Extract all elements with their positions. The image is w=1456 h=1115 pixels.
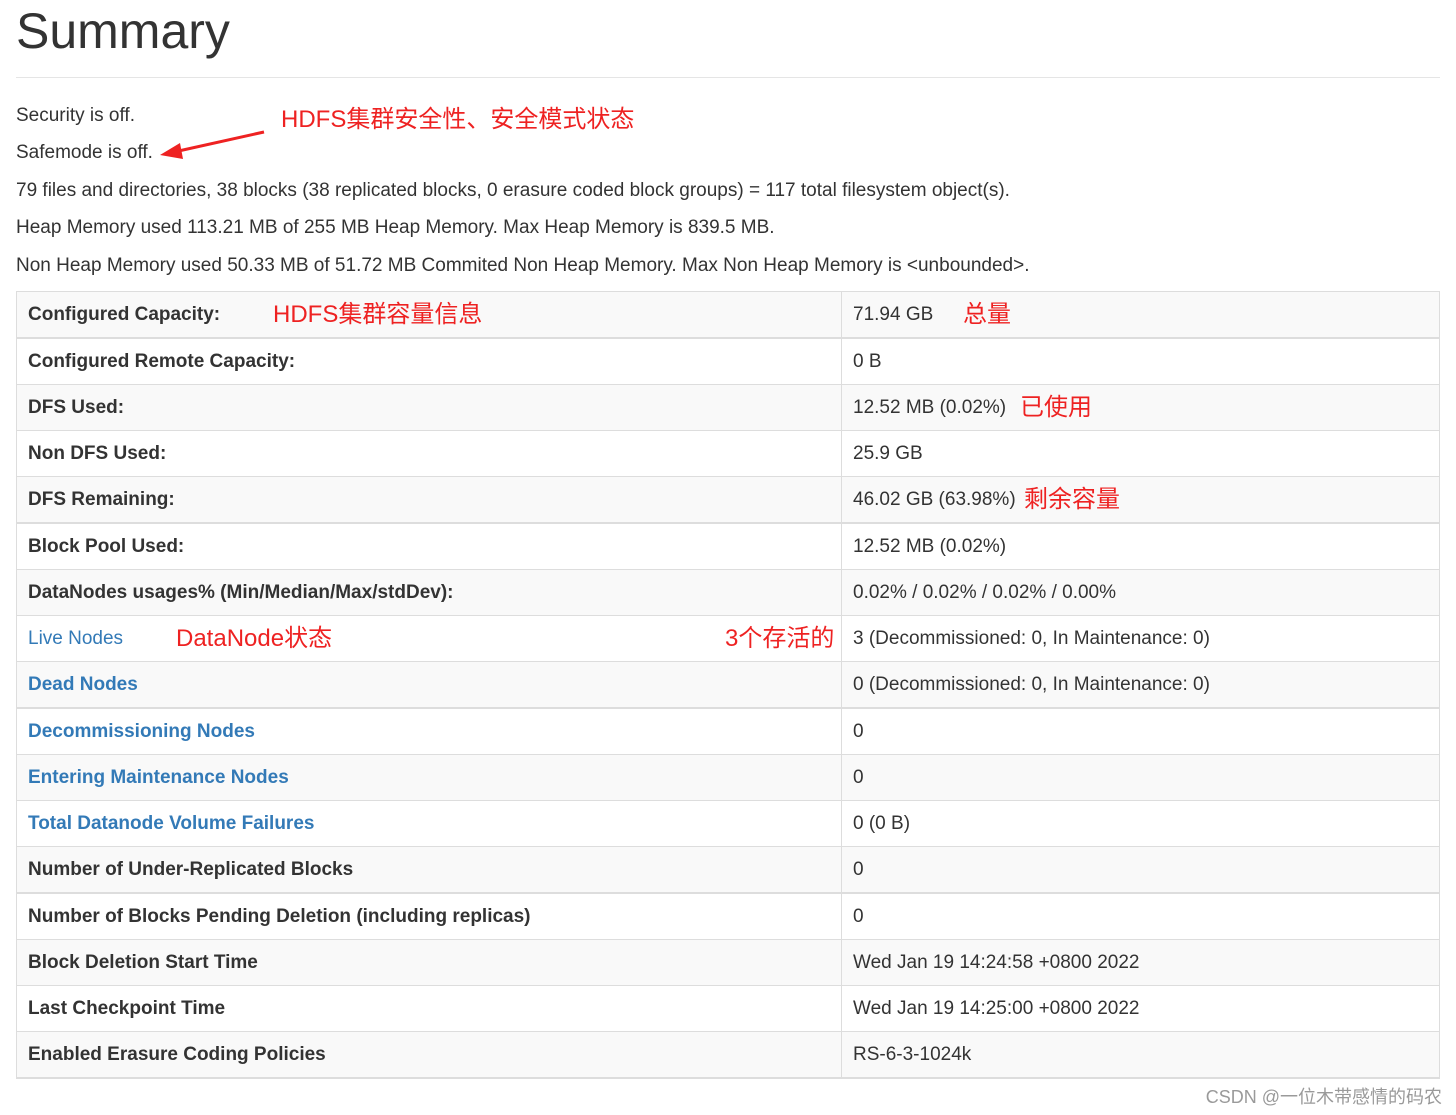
table-row: Block Deletion Start Time Wed Jan 19 14:… bbox=[16, 939, 1440, 986]
row-value: 46.02 GB (63.98%) 剩余容量 bbox=[841, 476, 1440, 524]
heap-memory-summary: Heap Memory used 113.21 MB of 255 MB Hea… bbox=[16, 217, 775, 238]
table-row: Total Datanode Volume Failures 0 (0 B) bbox=[16, 800, 1440, 847]
row-label: Non DFS Used: bbox=[16, 430, 842, 477]
filesystem-objects-summary: 79 files and directories, 38 blocks (38 … bbox=[16, 180, 1010, 201]
row-label: DFS Remaining: bbox=[16, 476, 842, 524]
table-row: Live Nodes DataNode状态 3个存活的 3 (Decommiss… bbox=[16, 615, 1440, 662]
decommissioning-nodes-link[interactable]: Decommissioning Nodes bbox=[28, 721, 255, 742]
table-row: DFS Used: 12.52 MB (0.02%) 已使用 bbox=[16, 384, 1440, 431]
annotation-capacity-info: HDFS集群容量信息 bbox=[273, 301, 483, 328]
row-value: 12.52 MB (0.02%) 已使用 bbox=[841, 384, 1440, 431]
annotation-remaining: 剩余容量 bbox=[1024, 486, 1120, 513]
annotation-used: 已使用 bbox=[1020, 394, 1092, 421]
row-label: Configured Remote Capacity: bbox=[16, 337, 842, 385]
table-row: DFS Remaining: 46.02 GB (63.98%) 剩余容量 bbox=[16, 476, 1440, 524]
table-row: Decommissioning Nodes 0 bbox=[16, 707, 1440, 755]
annotation-alive-count: 3个存活的 bbox=[725, 625, 835, 652]
dfs-used-value: 12.52 MB (0.02%) bbox=[853, 396, 1007, 418]
row-label: Total Datanode Volume Failures bbox=[16, 800, 842, 847]
row-label: DataNodes usages% (Min/Median/Max/stdDev… bbox=[16, 569, 842, 616]
row-label: Last Checkpoint Time bbox=[16, 985, 842, 1032]
table-row: Enabled Erasure Coding Policies RS-6-3-1… bbox=[16, 1031, 1440, 1079]
row-label: Block Deletion Start Time bbox=[16, 939, 842, 986]
table-row: DataNodes usages% (Min/Median/Max/stdDev… bbox=[16, 569, 1440, 616]
row-label: Number of Under-Replicated Blocks bbox=[16, 846, 842, 894]
table-row: Dead Nodes 0 (Decommissioned: 0, In Main… bbox=[16, 661, 1440, 709]
table-row: Number of Under-Replicated Blocks 0 bbox=[16, 846, 1440, 894]
table-row: Configured Remote Capacity: 0 B bbox=[16, 337, 1440, 385]
safemode-status: Safemode is off. bbox=[16, 142, 153, 163]
row-value: 3 (Decommissioned: 0, In Maintenance: 0) bbox=[841, 615, 1440, 662]
row-value: 0 bbox=[841, 846, 1440, 894]
table-row: Entering Maintenance Nodes 0 bbox=[16, 754, 1440, 801]
row-value: 0 bbox=[841, 754, 1440, 801]
total-datanode-volume-failures-link[interactable]: Total Datanode Volume Failures bbox=[28, 813, 314, 834]
row-value: RS-6-3-1024k bbox=[841, 1031, 1440, 1079]
table-row: Non DFS Used: 25.9 GB bbox=[16, 430, 1440, 477]
annotation-arrow-icon bbox=[160, 130, 265, 159]
dfs-remaining-value: 46.02 GB (63.98%) bbox=[853, 488, 1016, 510]
configured-capacity-label: Configured Capacity: bbox=[28, 303, 221, 325]
dead-nodes-link[interactable]: Dead Nodes bbox=[28, 674, 138, 695]
row-value: 0 (0 B) bbox=[841, 800, 1440, 847]
row-label: Dead Nodes bbox=[16, 661, 842, 709]
table-row: Last Checkpoint Time Wed Jan 19 14:25:00… bbox=[16, 985, 1440, 1032]
annotation-datanode-status: DataNode状态 bbox=[176, 625, 333, 652]
watermark: CSDN @一位木带感情的码农 bbox=[1205, 1087, 1442, 1107]
row-value: 12.52 MB (0.02%) bbox=[841, 522, 1440, 570]
title-divider bbox=[16, 77, 1440, 78]
table-row: Configured Capacity: HDFS集群容量信息 71.94 GB… bbox=[16, 291, 1440, 339]
row-label: Enabled Erasure Coding Policies bbox=[16, 1031, 842, 1079]
row-label: DFS Used: bbox=[16, 384, 842, 431]
row-label: Block Pool Used: bbox=[16, 522, 842, 570]
entering-maintenance-nodes-link[interactable]: Entering Maintenance Nodes bbox=[28, 767, 289, 788]
row-label: Number of Blocks Pending Deletion (inclu… bbox=[16, 892, 842, 940]
row-value: 25.9 GB bbox=[841, 430, 1440, 477]
row-value: 0.02% / 0.02% / 0.02% / 0.00% bbox=[841, 569, 1440, 616]
row-value: 0 B bbox=[841, 337, 1440, 385]
table-row: Number of Blocks Pending Deletion (inclu… bbox=[16, 892, 1440, 940]
page-title: Summary bbox=[16, 3, 230, 59]
annotation-total: 总量 bbox=[963, 301, 1011, 328]
table-row: Block Pool Used: 12.52 MB (0.02%) bbox=[16, 522, 1440, 570]
summary-table: Configured Capacity: HDFS集群容量信息 71.94 GB… bbox=[16, 291, 1440, 1079]
configured-capacity-value: 71.94 GB bbox=[853, 303, 934, 325]
row-value: 0 (Decommissioned: 0, In Maintenance: 0) bbox=[841, 661, 1440, 709]
row-label: Decommissioning Nodes bbox=[16, 707, 842, 755]
row-value: Wed Jan 19 14:24:58 +0800 2022 bbox=[841, 939, 1440, 986]
annotation-security-safemode: HDFS集群安全性、安全模式状态 bbox=[281, 106, 635, 133]
row-label: Entering Maintenance Nodes bbox=[16, 754, 842, 801]
row-label: Configured Capacity: HDFS集群容量信息 bbox=[16, 291, 842, 339]
row-value: 71.94 GB 总量 bbox=[841, 291, 1440, 339]
row-label: Live Nodes DataNode状态 3个存活的 bbox=[16, 615, 842, 662]
security-status: Security is off. bbox=[16, 105, 135, 126]
row-value: Wed Jan 19 14:25:00 +0800 2022 bbox=[841, 985, 1440, 1032]
live-nodes-link[interactable]: Live Nodes bbox=[28, 628, 123, 649]
non-heap-memory-summary: Non Heap Memory used 50.33 MB of 51.72 M… bbox=[16, 255, 1030, 276]
row-value: 0 bbox=[841, 892, 1440, 940]
row-value: 0 bbox=[841, 707, 1440, 755]
